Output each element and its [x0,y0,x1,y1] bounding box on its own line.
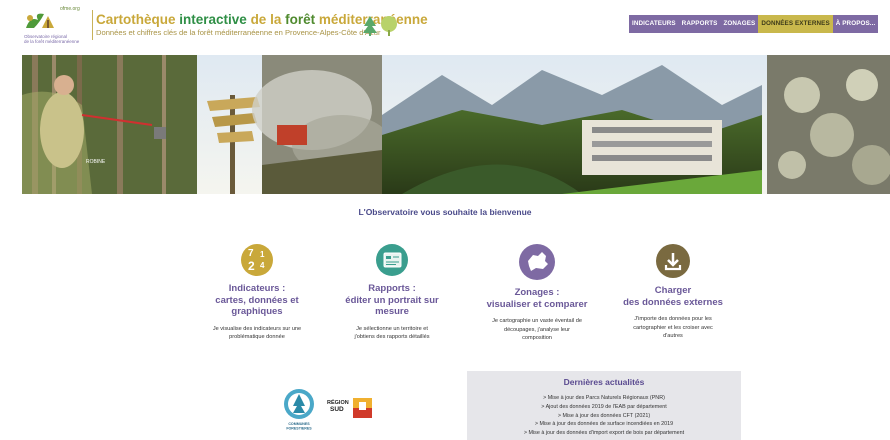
region-logo-text: RÉGION [327,398,349,406]
news-list: > Mise à jour des Parcs Naturels Régiona… [467,394,741,438]
download-icon [656,244,690,278]
numbers-glyph: 4 [260,261,265,270]
ofme-logo[interactable]: ofme.org Observatoire régional de la for… [24,6,90,46]
feature-desc-line: Je visualise des indicateurs sur une [212,325,302,332]
download-icon-graphic [664,253,682,271]
news-item[interactable]: > Mise à jour des données de surface inc… [467,420,741,429]
feature-desc-line: composition [522,335,552,341]
nav-indicateurs[interactable]: INDICATEURS [629,15,679,33]
main-nav: INDICATEURS RAPPORTS ZONAGES DONNÉES EXT… [629,15,879,33]
feature-description: J'importe des données pour les cartograp… [608,315,738,341]
header-divider [92,10,93,40]
numbers-glyph: 1 [260,250,265,259]
region-sud-logo-graphic: RÉGION SUD [327,398,372,418]
feature-title: Indicateurs : cartes, données et graphiq… [192,283,322,318]
numbers-glyph: 7 [248,248,254,259]
news-item[interactable]: > Ajout des données 2019 de l'EAB par dé… [467,403,741,412]
feature-zonages[interactable]: Zonages : visualiser et comparer Je cart… [472,244,602,343]
site-subtitle: Données et chiffres clés de la forêt méd… [96,28,381,37]
news-panel: Dernières actualités > Mise à jour des P… [467,371,741,440]
feature-title-line: mesure [375,306,409,317]
nav-zonages[interactable]: ZONAGES [720,15,758,33]
numbers-icon: 7 1 2 4 [241,244,273,276]
communes-forestieres-logo-graphic: COMMUNES FORESTIERES [284,389,314,431]
report-icon-graphic [383,252,402,268]
logo-name-line: de la forêt méditerranéenne [24,39,80,44]
feature-title-line: visualiser et comparer [486,298,588,310]
site-header: ofme.org Observatoire régional de la for… [0,0,890,48]
feature-description: Je cartographie un vaste éventail de déc… [472,317,602,343]
communes-forestieres-logo[interactable]: COMMUNES FORESTIERES [283,388,315,433]
welcome-heading: L'Observatoire vous souhaite la bienvenu… [358,207,532,217]
numbers-glyph: 2 [248,259,255,273]
feature-title-line: des données externes [623,296,723,308]
feature-title: Charger des données externes [608,285,738,308]
map-icon-graphic [528,252,548,271]
hero-banner-image: ROBINE [22,55,890,194]
trees-icon [363,16,397,36]
feature-title-line: Charger [654,285,692,296]
feature-title-line: cartes, données et [215,294,299,306]
feature-title-line: graphiques [231,306,283,317]
feature-title: Zonages : visualiser et comparer [472,287,602,310]
hero-banner: ROBINE [22,55,890,194]
news-item[interactable]: > Mise à jour des données CFT (2021) [467,412,741,421]
nav-donnees-externes[interactable]: DONNÉES EXTERNES [758,15,833,33]
feature-desc-line: Je sélectionne un territoire et [356,325,428,332]
nav-rapports[interactable]: RAPPORTS [679,15,721,33]
feature-description: Je visualise des indicateurs sur une pro… [192,325,322,342]
feature-desc-line: j'obtiens des rapports détaillés [354,334,430,340]
feature-title-line: Zonages : [514,287,560,298]
feature-desc-line: d'autres [663,333,683,339]
feature-desc-line: Je cartographie un vaste éventail de [492,318,582,324]
nav-a-propos[interactable]: À PROPOS... [833,15,879,33]
feature-desc-line: découpages, j'analyse leur [503,326,571,333]
ofme-logo-mark [26,13,54,28]
feature-indicateurs[interactable]: 7 1 2 4 Indicateurs : cartes, données et… [192,244,322,342]
title-part: forêt [285,12,316,27]
report-icon [376,244,408,276]
banner-sign-text: ROBINE [86,159,106,165]
map-icon [519,244,555,280]
logo-name: Observatoire régional de la forêt médite… [24,34,90,44]
feature-desc-line: cartographier et les croiser avec [633,324,713,331]
news-item[interactable]: > Mise à jour des données d'import expor… [467,429,741,438]
logo-site-text: ofme.org [60,6,80,12]
communes-logo-text: COMMUNES [288,422,310,426]
feature-donnees-externes[interactable]: Charger des données externes J'importe d… [608,244,738,341]
title-part: interactive [179,12,247,27]
feature-title-line: éditer un portrait sur [345,294,439,306]
communes-logo-text: FORESTIERES [286,427,312,431]
feature-rapports[interactable]: Rapports : éditer un portrait sur mesure… [327,244,457,342]
news-item[interactable]: > Mise à jour des Parcs Naturels Régiona… [467,394,741,403]
feature-description: Je sélectionne un territoire et j'obtien… [327,325,457,342]
news-title: Dernières actualités [563,377,645,387]
feature-desc-line: problématique donnée [229,334,285,340]
title-part: de la [246,12,286,27]
feature-title: Rapports : éditer un portrait sur mesure [327,283,457,318]
title-part: Cartothèque [96,12,180,27]
feature-desc-line: J'importe des données pour les [634,316,712,322]
region-sud-logo[interactable]: RÉGION SUD [326,396,374,420]
region-logo-text: SUD [330,406,344,413]
feature-title-line: Indicateurs : [228,283,286,294]
feature-title-line: Rapports : [368,283,416,294]
